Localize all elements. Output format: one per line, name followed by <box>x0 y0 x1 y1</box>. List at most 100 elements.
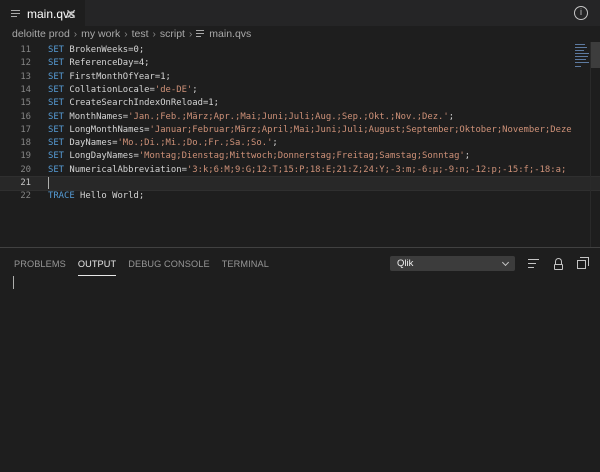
keyword-token: SET <box>48 111 65 122</box>
tab-problems[interactable]: PROBLEMS <box>14 248 66 280</box>
chevron-right-icon: › <box>73 28 78 40</box>
breadcrumb-file[interactable]: main.qvs <box>196 28 251 40</box>
string-token: '3:k;6:M;9:G;12:T;15:P;18:E;21:Z;24:Y;-3… <box>186 164 567 175</box>
code-line[interactable]: 13 SET FirstMonthOfYear=1; <box>0 71 600 84</box>
code-token: DayNames= <box>64 138 118 149</box>
code-token: Hello World; <box>74 191 145 202</box>
line-number: 22 <box>20 191 31 202</box>
code-line[interactable]: 22 TRACE Hello World; <box>0 190 600 203</box>
chevron-right-icon: › <box>124 28 128 40</box>
code-text: SET NumericalAbbreviation='3:k;6:M;9:G;1… <box>48 164 566 177</box>
chevron-right-icon: › <box>188 28 193 40</box>
keyword-token: SET <box>48 151 65 162</box>
code-editor[interactable]: 11 SET BrokenWeeks=0; 12 SET ReferenceDay=4… <box>0 42 600 247</box>
keyword-token: SET <box>48 58 65 69</box>
account-icon[interactable]: i <box>574 6 588 20</box>
code-text <box>48 177 49 191</box>
editor-scrollbar[interactable] <box>590 42 600 247</box>
line-number: 21 <box>20 178 31 188</box>
line-number: 13 <box>20 71 31 82</box>
code-token: ; <box>464 151 471 162</box>
keyword-token: SET <box>48 71 65 82</box>
code-text: SET FirstMonthOfYear=1; <box>48 71 171 84</box>
code-line[interactable]: 12 SET ReferenceDay=4; <box>0 57 600 70</box>
maximize-panel-icon-back <box>580 257 589 266</box>
code-line[interactable]: 16 SET MonthNames='Jan.;Feb.;März;Apr.;Ma… <box>0 111 600 124</box>
tab-bar: main.qvs ✕ i <box>0 0 600 26</box>
string-token: 'Montag;Dienstag;Mittwoch;Donnerstag;Fre… <box>138 151 465 162</box>
breadcrumb: deloitte prod › my work › test › script … <box>0 26 600 42</box>
code-text: SET BrokenWeeks=0; <box>48 44 144 57</box>
code-text: SET CollationLocale='de-DE'; <box>48 84 198 97</box>
code-text: TRACE Hello World; <box>48 190 144 203</box>
chevron-down-icon <box>501 258 510 267</box>
code-token: ; <box>192 84 198 95</box>
code-token: LongDayNames= <box>64 151 139 162</box>
code-line[interactable]: 15 SET CreateSearchIndexOnReload=1; <box>0 97 600 110</box>
code-line[interactable]: 19 SET LongDayNames='Montag;Dienstag;Mitt… <box>0 150 600 163</box>
line-number: 11 <box>20 45 31 55</box>
output-channel-select[interactable]: Qlik <box>390 256 515 271</box>
code-token: NumericalAbbreviation= <box>64 164 187 175</box>
line-number: 17 <box>20 124 31 135</box>
code-text: SET DayNames='Mo.;Di.;Mi.;Do.;Fr.;Sa.;So… <box>48 137 278 150</box>
scrollbar-thumb[interactable] <box>591 42 600 68</box>
code-text: SET CreateSearchIndexOnReload=1; <box>48 97 219 110</box>
output-cursor <box>13 276 14 289</box>
keyword-token: TRACE <box>48 191 75 202</box>
file-icon <box>10 8 22 20</box>
code-token: FirstMonthOfYear=1; <box>64 71 171 82</box>
string-token: 'Mo.;Di.;Mi.;Do.;Fr.;Sa.;So.' <box>117 138 273 149</box>
output-channel-value: Qlik <box>397 258 414 269</box>
keyword-token: SET <box>48 124 65 135</box>
string-token: 'Januar;Februar;März;April;Mai;Juni;Juli… <box>149 124 572 135</box>
minimap[interactable] <box>575 42 589 68</box>
string-token: 'de-DE' <box>154 84 193 95</box>
code-token: ; <box>448 111 455 122</box>
tab-debug-console[interactable]: DEBUG CONSOLE <box>128 248 209 280</box>
line-number: 14 <box>20 84 31 95</box>
code-text: SET LongDayNames='Montag;Dienstag;Mittwo… <box>48 150 470 163</box>
code-text: SET LongMonthNames='Januar;Februar;März;… <box>48 124 572 137</box>
keyword-token: SET <box>48 84 65 95</box>
code-line[interactable]: 20 SET NumericalAbbreviation='3:k;6:M;9:G… <box>0 164 600 177</box>
code-line[interactable]: 11 SET BrokenWeeks=0; <box>0 44 600 57</box>
code-token: ReferenceDay=4; <box>64 58 150 69</box>
close-icon[interactable]: ✕ <box>65 6 77 22</box>
code-text: SET ReferenceDay=4; <box>48 57 150 70</box>
line-number: 16 <box>20 111 31 122</box>
line-number: 12 <box>20 58 31 69</box>
keyword-token: SET <box>48 138 65 149</box>
breadcrumb-item[interactable]: script <box>160 28 185 40</box>
clear-output-icon[interactable] <box>528 258 540 270</box>
file-icon <box>196 29 205 39</box>
lock-scroll-icon[interactable] <box>554 264 563 270</box>
line-number: 18 <box>20 138 31 149</box>
tab-terminal[interactable]: TERMINAL <box>222 248 269 280</box>
code-token: BrokenWeeks=0; <box>64 45 145 55</box>
tab-main-qvs[interactable]: main.qvs ✕ <box>0 0 85 26</box>
code-line[interactable]: 18 SET DayNames='Mo.;Di.;Mi.;Do.;Fr.;Sa.;… <box>0 137 600 150</box>
breadcrumb-item[interactable]: deloitte prod <box>12 28 70 40</box>
line-number: 20 <box>20 164 31 175</box>
panel-tabs: PROBLEMS OUTPUT DEBUG CONSOLE TERMINAL <box>0 248 275 280</box>
code-token: LongMonthNames= <box>64 124 150 135</box>
code-token: CollationLocale= <box>64 84 155 95</box>
code-line[interactable]: 14 SET CollationLocale='de-DE'; <box>0 84 600 97</box>
bottom-panel: PROBLEMS OUTPUT DEBUG CONSOLE TERMINAL Q… <box>0 247 600 472</box>
code-token: CreateSearchIndexOnReload=1; <box>64 98 219 109</box>
code-line[interactable]: 21 <box>0 175 600 192</box>
tab-output[interactable]: OUTPUT <box>77 248 117 280</box>
code-text: SET MonthNames='Jan.;Feb.;März;Apr.;Mai;… <box>48 111 454 124</box>
breadcrumb-item[interactable]: my work <box>81 28 120 40</box>
keyword-token: SET <box>48 164 65 175</box>
code-line[interactable]: 17 SET LongMonthNames='Januar;Februar;Mär… <box>0 124 600 137</box>
line-number: 19 <box>20 151 31 162</box>
chevron-right-icon: › <box>152 28 156 40</box>
breadcrumb-file-label: main.qvs <box>209 28 252 40</box>
breadcrumb-item[interactable]: test <box>132 28 149 40</box>
line-number: 15 <box>20 98 31 109</box>
keyword-token: SET <box>48 98 65 109</box>
string-token: 'Jan.;Feb.;März;Apr.;Mai;Juni;Juli;Aug.;… <box>128 111 449 122</box>
text-cursor <box>48 177 49 189</box>
